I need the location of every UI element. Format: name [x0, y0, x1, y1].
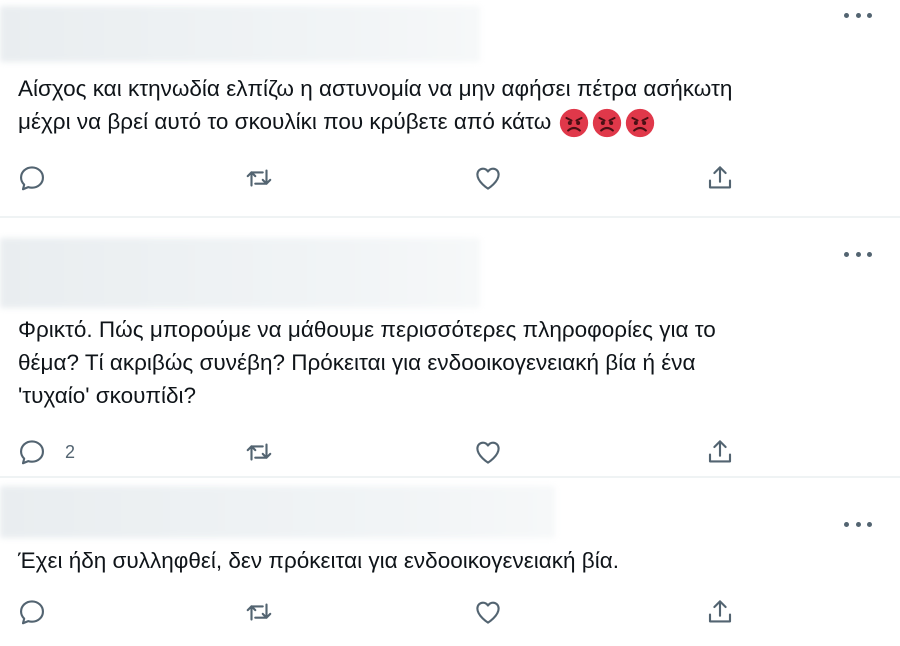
share-icon	[708, 600, 732, 623]
tweet-actions	[0, 594, 900, 630]
retweet-button[interactable]	[244, 434, 274, 470]
tweet: Φρικτό. Πώς μπορούμε να μάθουμε περισσότ…	[0, 218, 900, 476]
retweet-icon	[246, 603, 272, 621]
blurred-author-header	[0, 238, 480, 308]
tweet-text: Φρικτό. Πώς μπορούμε να μάθουμε περισσότ…	[18, 313, 860, 412]
tweet: Αίσχος και κτηνωδία ελπίζω η αστυνομία ν…	[0, 0, 900, 216]
share-button[interactable]	[705, 434, 735, 470]
retweet-icon	[246, 169, 272, 187]
reply-icon	[20, 440, 44, 465]
dot-icon	[855, 521, 861, 527]
dot-icon	[867, 251, 872, 257]
tweet-body: Φρικτό. Πώς μπορούμε να μάθουμε περισσότ…	[18, 317, 716, 408]
reply-count: 2	[65, 441, 76, 462]
tweet: Έχει ήδη συλληφθεί, δεν πρόκειται για εν…	[0, 478, 900, 646]
angry-face-icon	[560, 108, 589, 138]
dot-icon	[855, 12, 861, 18]
share-icon	[708, 166, 732, 189]
tweet-actions: 2	[0, 434, 900, 470]
tweet-text: Έχει ήδη συλληφθεί, δεν πρόκειται για εν…	[18, 544, 860, 577]
like-button[interactable]	[473, 160, 503, 196]
more-options-button[interactable]	[844, 5, 872, 25]
emoji-group	[559, 108, 655, 138]
retweet-icon	[246, 443, 272, 461]
heart-icon	[476, 441, 500, 464]
dot-icon	[855, 251, 861, 257]
retweet-button[interactable]	[244, 160, 274, 196]
share-icon	[708, 440, 732, 463]
like-button[interactable]	[473, 594, 503, 630]
heart-icon	[476, 167, 500, 190]
reply-icon	[20, 600, 44, 625]
share-button[interactable]	[705, 160, 735, 196]
angry-face-icon	[626, 108, 655, 138]
blurred-author-header	[0, 486, 555, 538]
dot-icon	[867, 12, 872, 18]
dot-icon	[844, 521, 849, 527]
share-button[interactable]	[705, 594, 735, 630]
dot-icon	[844, 12, 849, 18]
tweet-text: Αίσχος και κτηνωδία ελπίζω η αστυνομία ν…	[18, 72, 860, 138]
retweet-button[interactable]	[244, 594, 274, 630]
more-options-button[interactable]	[844, 244, 872, 264]
dot-icon	[844, 251, 849, 257]
reply-icon	[20, 166, 44, 191]
reply-button[interactable]: 2	[17, 434, 75, 470]
heart-icon	[476, 601, 500, 624]
tweet-body: Έχει ήδη συλληφθεί, δεν πρόκειται για εν…	[18, 548, 619, 573]
more-options-button[interactable]	[844, 514, 872, 534]
like-button[interactable]	[473, 434, 503, 470]
dot-icon	[867, 521, 872, 527]
tweet-actions	[0, 160, 900, 196]
blurred-author-header	[0, 6, 480, 62]
angry-face-icon	[593, 108, 622, 138]
reply-button[interactable]	[17, 160, 65, 196]
reply-button[interactable]	[17, 594, 65, 630]
